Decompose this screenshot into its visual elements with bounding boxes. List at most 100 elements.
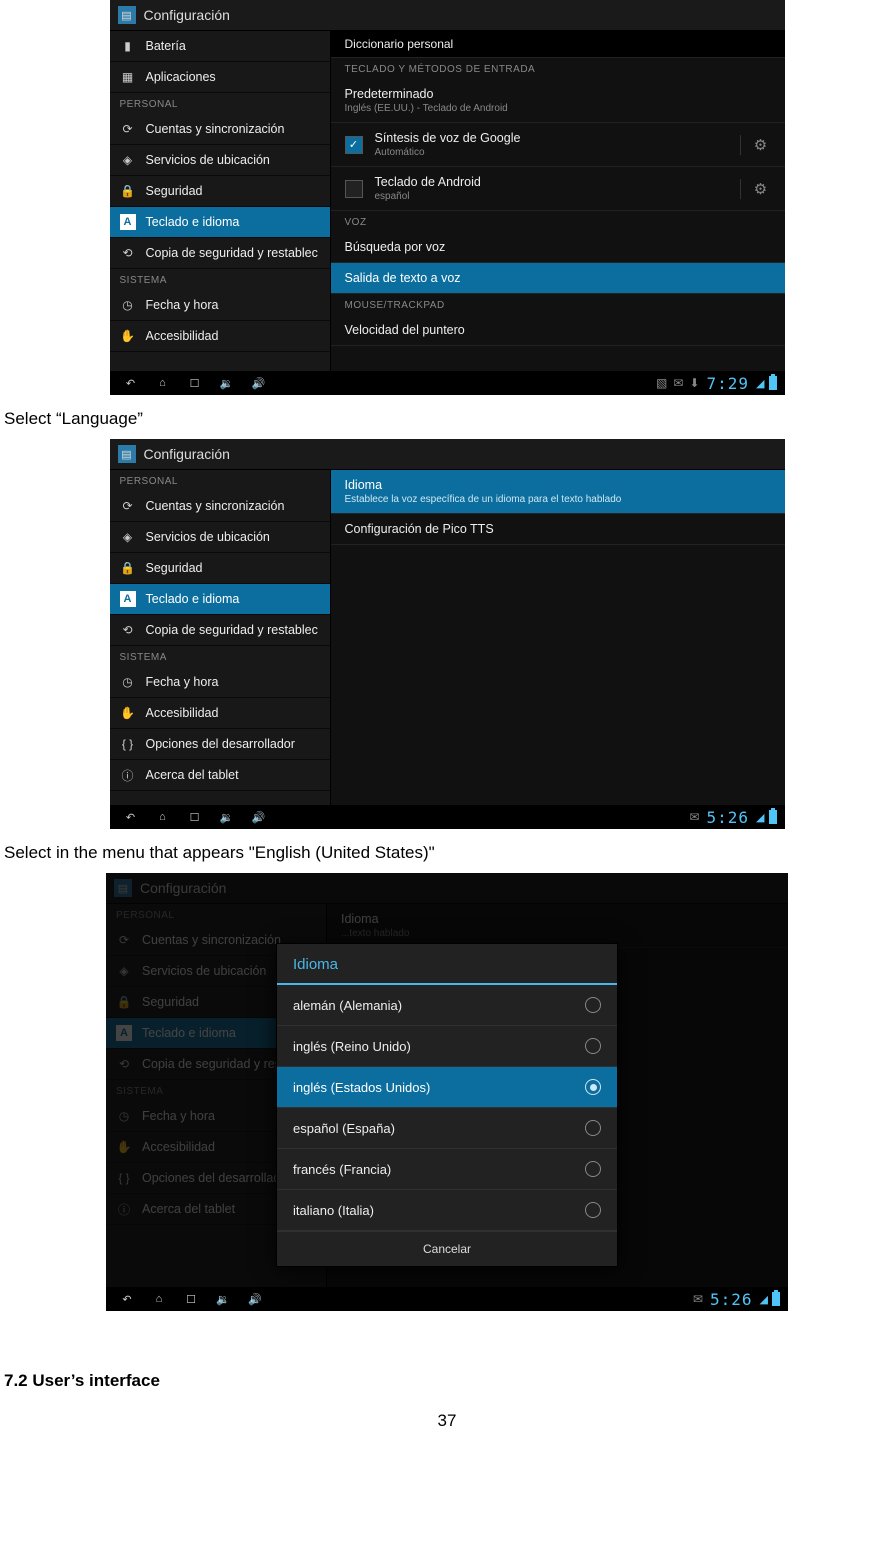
content-header-keyboard: TECLADO Y MÉTODOS DE ENTRADA — [331, 58, 785, 79]
settings-sidebar: PERSONAL ⟳Cuentas y sincronización ◈Serv… — [110, 470, 331, 806]
hand-icon: ✋ — [120, 328, 136, 344]
clock-time: 7:29 — [707, 374, 750, 393]
content-row-pico-tts[interactable]: Configuración de Pico TTS — [331, 514, 785, 545]
sidebar-item-datetime[interactable]: ◷Fecha y hora — [110, 290, 330, 321]
sidebar-item-location[interactable]: ◈Servicios de ubicación — [110, 522, 330, 553]
settings-sliders-icon[interactable]: ⚙ — [740, 135, 771, 155]
option-label: italiano (Italia) — [293, 1203, 374, 1218]
sidebar-item-developer[interactable]: { } Opciones del desarrollador — [110, 729, 330, 760]
mail-icon: ✉ — [689, 810, 699, 824]
home-button[interactable]: ⌂ — [150, 374, 176, 392]
window-title: Configuración — [144, 446, 230, 462]
sidebar-item-accessibility[interactable]: ✋Accesibilidad — [110, 698, 330, 729]
recent-apps-button[interactable]: ☐ — [178, 1290, 204, 1308]
sidebar-item-accounts[interactable]: ⟳Cuentas y sincronización — [110, 114, 330, 145]
sidebar-item-battery[interactable]: ▮Batería — [110, 31, 330, 62]
content-row-title: Salida de texto a voz — [345, 271, 771, 285]
sidebar-item-label: Teclado e idioma — [146, 215, 240, 229]
sidebar-item-datetime[interactable]: ◷Fecha y hora — [110, 667, 330, 698]
content-row-tts-output[interactable]: Salida de texto a voz — [331, 263, 785, 294]
sidebar-item-label: Servicios de ubicación — [146, 153, 270, 167]
radio-unchecked-icon — [585, 997, 601, 1013]
sidebar-item-label: Copia de seguridad y restablec — [146, 623, 318, 637]
language-option-spanish[interactable]: español (España) — [277, 1108, 617, 1149]
info-icon: ⓘ — [120, 767, 136, 783]
sidebar-item-label: Teclado e idioma — [146, 592, 240, 606]
home-button[interactable]: ⌂ — [150, 808, 176, 826]
sidebar-item-apps[interactable]: ▦Aplicaciones — [110, 62, 330, 93]
page-number: 37 — [0, 1411, 894, 1431]
content-row-subtitle: Establece la voz específica de un idioma… — [345, 494, 771, 505]
sidebar-item-language[interactable]: ATeclado e idioma — [110, 207, 330, 238]
battery-icon — [769, 810, 777, 824]
radio-unchecked-icon — [585, 1202, 601, 1218]
screenshot-3: ▤ Configuración PERSONAL ⟳Cuentas y sinc… — [106, 873, 788, 1311]
caption-select-english: Select in the menu that appears "English… — [4, 843, 894, 863]
battery-icon — [772, 1292, 780, 1306]
language-option-english-us[interactable]: inglés (Estados Unidos) — [277, 1067, 617, 1108]
sidebar-item-location[interactable]: ◈Servicios de ubicación — [110, 145, 330, 176]
checkbox-checked-icon[interactable]: ✓ — [345, 136, 363, 154]
content-row-title: Diccionario personal — [345, 37, 454, 51]
sidebar-item-accounts[interactable]: ⟳Cuentas y sincronización — [110, 491, 330, 522]
sidebar-item-accessibility[interactable]: ✋ Accesibilidad — [110, 321, 330, 352]
sidebar-item-about[interactable]: ⓘAcerca del tablet — [110, 760, 330, 791]
volume-down-button[interactable]: 🔉 — [214, 808, 240, 826]
sidebar-item-label: Aplicaciones — [146, 70, 216, 84]
settings-sliders-icon[interactable]: ⚙ — [740, 179, 771, 199]
volume-down-button[interactable]: 🔉 — [210, 1290, 236, 1308]
checkbox-unchecked-icon[interactable] — [345, 180, 363, 198]
language-option-italian[interactable]: italiano (Italia) — [277, 1190, 617, 1231]
radio-checked-icon — [585, 1079, 601, 1095]
back-button[interactable]: ↶ — [114, 1290, 140, 1308]
section-heading: 7.2 User’s interface — [4, 1371, 894, 1391]
system-navbar: ↶ ⌂ ☐ 🔉 🔊 ▧ ✉ ⬇ 7:29 ◢ — [110, 371, 785, 395]
settings-app-icon: ▤ — [118, 445, 136, 463]
content-row-subtitle: español — [375, 191, 732, 202]
content-row-personal-dict[interactable]: Diccionario personal — [331, 31, 785, 58]
radio-unchecked-icon — [585, 1161, 601, 1177]
sidebar-item-label: Accesibilidad — [146, 329, 219, 343]
lock-icon: 🔒 — [120, 560, 136, 576]
recent-apps-button[interactable]: ☐ — [182, 374, 208, 392]
sidebar-item-security[interactable]: 🔒Seguridad — [110, 553, 330, 584]
volume-up-button[interactable]: 🔊 — [246, 808, 272, 826]
system-navbar: ↶ ⌂ ☐ 🔉 🔊 ✉ 5:26 ◢ — [110, 805, 785, 829]
back-button[interactable]: ↶ — [118, 374, 144, 392]
home-button[interactable]: ⌂ — [146, 1290, 172, 1308]
sidebar-item-backup[interactable]: ⟲Copia de seguridad y restablec — [110, 615, 330, 646]
sidebar-item-security[interactable]: 🔒Seguridad — [110, 176, 330, 207]
content-row-title: Predeterminado — [345, 87, 771, 101]
content-row-pointer-speed[interactable]: Velocidad del puntero — [331, 315, 785, 346]
clock-icon: ◷ — [120, 297, 136, 313]
sidebar-item-label: Opciones del desarrollador — [146, 737, 295, 751]
option-label: alemán (Alemania) — [293, 998, 402, 1013]
dialog-cancel-button[interactable]: Cancelar — [277, 1231, 617, 1266]
radio-unchecked-icon — [585, 1120, 601, 1136]
back-button[interactable]: ↶ — [118, 808, 144, 826]
recent-apps-button[interactable]: ☐ — [182, 808, 208, 826]
braces-icon: { } — [120, 736, 136, 752]
language-option-german[interactable]: alemán (Alemania) — [277, 985, 617, 1026]
settings-content: IdiomaEstablece la voz específica de un … — [331, 470, 785, 806]
sidebar-item-language[interactable]: ATeclado e idioma — [110, 584, 330, 615]
sidebar-item-label: Servicios de ubicación — [146, 530, 270, 544]
language-option-french[interactable]: francés (Francia) — [277, 1149, 617, 1190]
window-title: Configuración — [144, 7, 230, 23]
content-row-google-voice[interactable]: ✓ Síntesis de voz de GoogleAutomático ⚙ — [331, 123, 785, 167]
content-row-android-keyboard[interactable]: Teclado de Android español ⚙ — [331, 167, 785, 211]
content-row-language[interactable]: IdiomaEstablece la voz específica de un … — [331, 470, 785, 514]
volume-down-button[interactable]: 🔉 — [214, 374, 240, 392]
volume-up-button[interactable]: 🔊 — [246, 374, 272, 392]
sidebar-item-backup[interactable]: ⟲Copia de seguridad y restablec — [110, 238, 330, 269]
volume-up-button[interactable]: 🔊 — [242, 1290, 268, 1308]
option-label: español (España) — [293, 1121, 395, 1136]
content-row-title: Síntesis de voz de Google — [375, 131, 732, 145]
content-row-default[interactable]: PredeterminadoInglés (EE.UU.) - Teclado … — [331, 79, 785, 123]
content-row-title: Teclado de Android — [375, 175, 732, 189]
picture-icon: ▧ — [656, 376, 667, 390]
language-dialog: Idioma alemán (Alemania) inglés (Reino U… — [276, 943, 618, 1267]
language-option-english-uk[interactable]: inglés (Reino Unido) — [277, 1026, 617, 1067]
sidebar-item-label: Accesibilidad — [146, 706, 219, 720]
content-row-voice-search[interactable]: Búsqueda por voz — [331, 232, 785, 263]
